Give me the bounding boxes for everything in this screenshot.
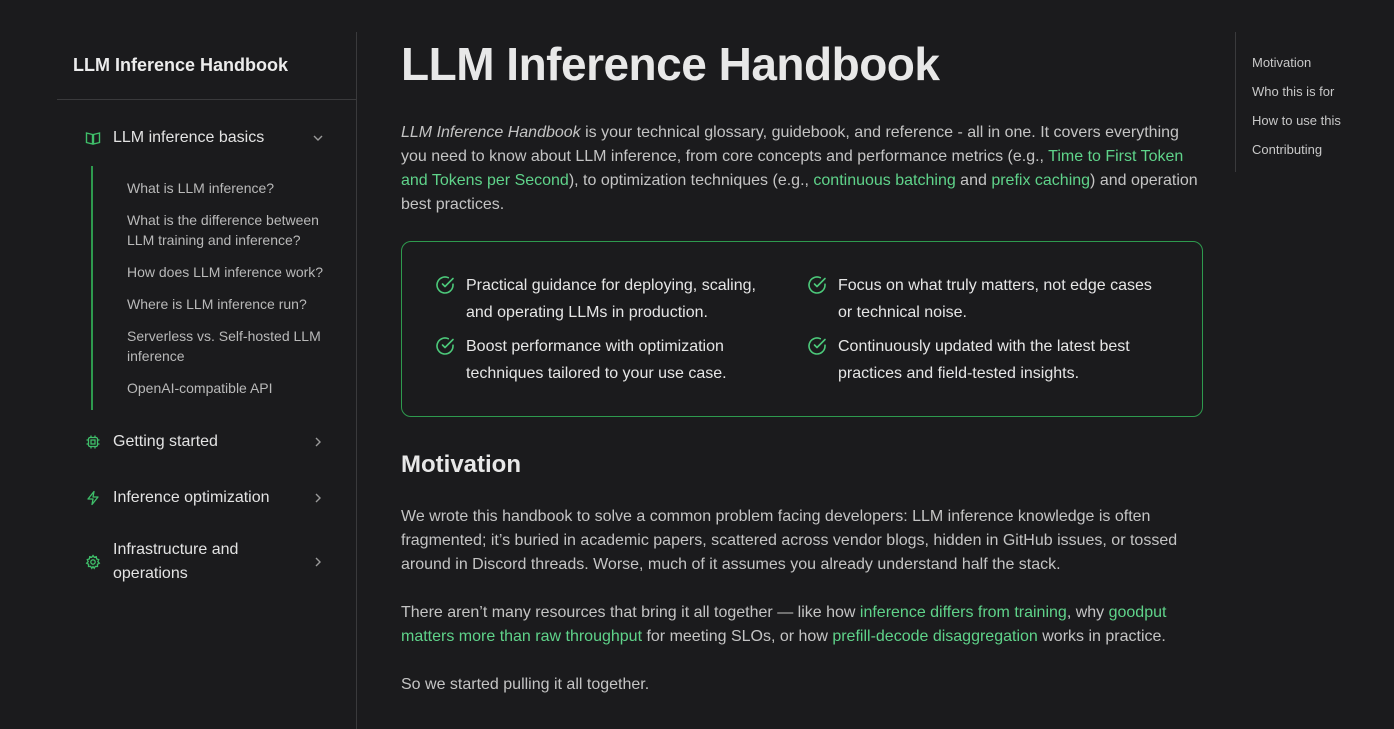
feature-text: Continuously updated with the latest bes… (838, 338, 1130, 382)
sidebar-category-getting-started[interactable]: Getting started (57, 426, 356, 458)
sidebar-sublist: What is LLM inference? What is the diffe… (91, 166, 356, 410)
feature-item: Practical guidance for deploying, scalin… (434, 272, 784, 326)
intro-text: and (955, 172, 992, 189)
toc-item-how-to-use[interactable]: How to use this (1236, 106, 1375, 135)
sidebar: LLM Inference Handbook LLM inference bas… (57, 32, 357, 729)
paragraph-text: for meeting SLOs, or how (642, 628, 833, 645)
intro-paragraph: LLM Inference Handbook is your technical… (401, 121, 1203, 217)
site-brand[interactable]: LLM Inference Handbook (57, 32, 356, 100)
link-inference-vs-training[interactable]: inference differs from training (860, 604, 1067, 621)
lightning-icon (85, 490, 101, 506)
sidebar-category-inference-optimization[interactable]: Inference optimization (57, 482, 356, 514)
feature-text: Boost performance with optimization tech… (466, 338, 727, 382)
feature-item: Boost performance with optimization tech… (434, 333, 784, 387)
features-callout: Practical guidance for deploying, scalin… (401, 241, 1203, 417)
chip-icon (85, 434, 101, 450)
link-prefill-decode[interactable]: prefill-decode disaggregation (832, 628, 1037, 645)
motivation-paragraph-3: So we started pulling it all together. (401, 676, 650, 693)
check-circle-icon (808, 337, 826, 355)
feature-item: Focus on what truly matters, not edge ca… (806, 272, 1156, 326)
intro-text: ), to optimization techniques (e.g., (568, 172, 814, 189)
sidebar-category-label: Getting started (113, 433, 218, 450)
feature-text: Focus on what truly matters, not edge ca… (838, 277, 1152, 321)
sidebar-nav: LLM inference basics What is LLM inferen… (57, 100, 356, 586)
gear-icon (85, 554, 101, 570)
book-open-icon (85, 130, 101, 146)
feature-text: Practical guidance for deploying, scalin… (466, 277, 756, 321)
motivation-paragraph-1: We wrote this handbook to solve a common… (401, 508, 1178, 573)
paragraph-text: There aren’t many resources that bring i… (401, 604, 860, 621)
sidebar-category-llm-inference-basics[interactable]: LLM inference basics (57, 122, 356, 154)
sidebar-category-infrastructure-operations[interactable]: Infrastructure and operations (57, 538, 356, 586)
paragraph-text: , why (1066, 604, 1109, 621)
sidebar-item-serverless-vs-self-hosted[interactable]: Serverless vs. Self-hosted LLM inference (93, 320, 356, 372)
sidebar-item-training-vs-inference[interactable]: What is the difference between LLM train… (93, 204, 356, 256)
page-title: LLM Inference Handbook (401, 38, 940, 90)
sidebar-item-how-inference-works[interactable]: How does LLM inference work? (93, 256, 356, 288)
paragraph-text: works in practice. (1037, 628, 1166, 645)
chevron-right-icon[interactable] (312, 436, 324, 448)
check-circle-icon (808, 276, 826, 294)
toc-item-who-this-is-for[interactable]: Who this is for (1236, 77, 1375, 106)
motivation-heading: Motivation (401, 451, 521, 478)
toc-item-contributing[interactable]: Contributing (1236, 135, 1375, 164)
chevron-right-icon[interactable] (312, 556, 324, 568)
motivation-paragraph-2: There aren’t many resources that bring i… (401, 601, 1203, 649)
feature-item: Continuously updated with the latest bes… (806, 333, 1156, 387)
chevron-down-icon[interactable] (312, 132, 324, 144)
chevron-right-icon[interactable] (312, 492, 324, 504)
check-circle-icon (436, 337, 454, 355)
sidebar-item-where-inference-run[interactable]: Where is LLM inference run? (93, 288, 356, 320)
sidebar-category-label: Infrastructure and operations (113, 541, 239, 582)
table-of-contents: Motivation Who this is for How to use th… (1235, 32, 1375, 172)
toc-item-motivation[interactable]: Motivation (1236, 48, 1375, 77)
intro-emphasis: LLM Inference Handbook (401, 124, 581, 141)
sidebar-category-label: Inference optimization (113, 489, 270, 506)
link-continuous-batching[interactable]: continuous batching (813, 172, 955, 189)
sidebar-category-label: LLM inference basics (113, 129, 265, 146)
check-circle-icon (436, 276, 454, 294)
link-prefix-caching[interactable]: prefix caching (991, 172, 1090, 189)
sidebar-item-openai-compatible-api[interactable]: OpenAI-compatible API (93, 372, 356, 404)
main-content: LLM Inference Handbook LLM Inference Han… (401, 32, 1203, 697)
sidebar-item-what-is-llm-inference[interactable]: What is LLM inference? (93, 172, 356, 204)
